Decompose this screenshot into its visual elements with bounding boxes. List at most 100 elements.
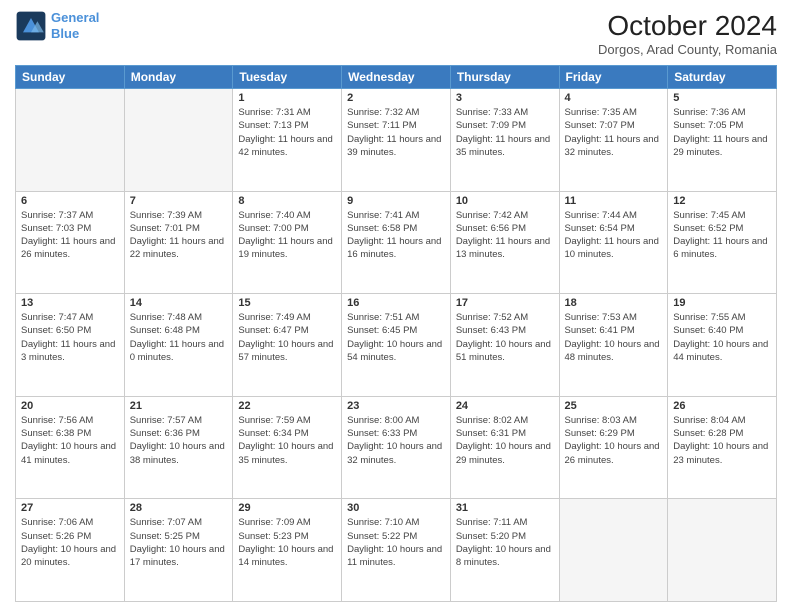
- day-info: Sunrise: 8:02 AM Sunset: 6:31 PM Dayligh…: [456, 414, 554, 467]
- calendar-cell: [668, 499, 777, 602]
- title-block: October 2024 Dorgos, Arad County, Romani…: [598, 10, 777, 57]
- logo-blue: Blue: [51, 26, 79, 41]
- location-subtitle: Dorgos, Arad County, Romania: [598, 42, 777, 57]
- day-number: 7: [130, 195, 228, 207]
- calendar-header-row: SundayMondayTuesdayWednesdayThursdayFrid…: [16, 66, 777, 89]
- calendar-cell: 22 Sunrise: 7:59 AM Sunset: 6:34 PM Dayli…: [233, 396, 342, 499]
- day-number: 16: [347, 297, 445, 309]
- logo-text: General Blue: [51, 10, 99, 41]
- day-info: Sunrise: 7:32 AM Sunset: 7:11 PM Dayligh…: [347, 106, 445, 159]
- day-info: Sunrise: 8:03 AM Sunset: 6:29 PM Dayligh…: [565, 414, 663, 467]
- calendar-cell: 16 Sunrise: 7:51 AM Sunset: 6:45 PM Dayli…: [342, 294, 451, 397]
- calendar-week-row: 6 Sunrise: 7:37 AM Sunset: 7:03 PM Daylig…: [16, 191, 777, 294]
- day-number: 10: [456, 195, 554, 207]
- calendar-cell: 17 Sunrise: 7:52 AM Sunset: 6:43 PM Dayli…: [450, 294, 559, 397]
- calendar-cell: [124, 89, 233, 192]
- calendar-week-row: 20Sunrise: 7:56 AM Sunset: 6:38 PM Dayli…: [16, 396, 777, 499]
- calendar-cell: 8 Sunrise: 7:40 AM Sunset: 7:00 PM Daylig…: [233, 191, 342, 294]
- calendar-cell: 31 Sunrise: 7:11 AM Sunset: 5:20 PM Dayli…: [450, 499, 559, 602]
- day-number: 22: [238, 400, 336, 412]
- calendar-week-row: 1 Sunrise: 7:31 AM Sunset: 7:13 PM Daylig…: [16, 89, 777, 192]
- day-info: Sunrise: 7:51 AM Sunset: 6:45 PM Dayligh…: [347, 311, 445, 364]
- day-info: Sunrise: 7:52 AM Sunset: 6:43 PM Dayligh…: [456, 311, 554, 364]
- day-info: Sunrise: 7:55 AM Sunset: 6:40 PM Dayligh…: [673, 311, 771, 364]
- day-number: 6: [21, 195, 119, 207]
- day-info: Sunrise: 7:49 AM Sunset: 6:47 PM Dayligh…: [238, 311, 336, 364]
- calendar-cell: 25 Sunrise: 8:03 AM Sunset: 6:29 PM Dayli…: [559, 396, 668, 499]
- day-of-week-header: Friday: [559, 66, 668, 89]
- calendar-cell: 7 Sunrise: 7:39 AM Sunset: 7:01 PM Daylig…: [124, 191, 233, 294]
- day-info: Sunrise: 7:35 AM Sunset: 7:07 PM Dayligh…: [565, 106, 663, 159]
- day-number: 17: [456, 297, 554, 309]
- day-info: Sunrise: 7:59 AM Sunset: 6:34 PM Dayligh…: [238, 414, 336, 467]
- day-info: Sunrise: 7:40 AM Sunset: 7:00 PM Dayligh…: [238, 209, 336, 262]
- day-of-week-header: Tuesday: [233, 66, 342, 89]
- day-number: 13: [21, 297, 119, 309]
- calendar-cell: 28Sunrise: 7:07 AM Sunset: 5:25 PM Dayli…: [124, 499, 233, 602]
- calendar-cell: 24 Sunrise: 8:02 AM Sunset: 6:31 PM Dayli…: [450, 396, 559, 499]
- day-info: Sunrise: 7:31 AM Sunset: 7:13 PM Dayligh…: [238, 106, 336, 159]
- calendar-cell: 19 Sunrise: 7:55 AM Sunset: 6:40 PM Dayli…: [668, 294, 777, 397]
- day-number: 5: [673, 92, 771, 104]
- calendar-cell: 12Sunrise: 7:45 AM Sunset: 6:52 PM Dayli…: [668, 191, 777, 294]
- day-number: 1: [238, 92, 336, 104]
- day-number: 4: [565, 92, 663, 104]
- day-info: Sunrise: 7:57 AM Sunset: 6:36 PM Dayligh…: [130, 414, 228, 467]
- calendar-cell: 18Sunrise: 7:53 AM Sunset: 6:41 PM Dayli…: [559, 294, 668, 397]
- calendar-cell: 4 Sunrise: 7:35 AM Sunset: 7:07 PM Daylig…: [559, 89, 668, 192]
- day-of-week-header: Sunday: [16, 66, 125, 89]
- calendar-cell: 30 Sunrise: 7:10 AM Sunset: 5:22 PM Dayli…: [342, 499, 451, 602]
- calendar: SundayMondayTuesdayWednesdayThursdayFrid…: [15, 65, 777, 602]
- day-number: 15: [238, 297, 336, 309]
- calendar-cell: 5 Sunrise: 7:36 AM Sunset: 7:05 PM Daylig…: [668, 89, 777, 192]
- day-number: 26: [673, 400, 771, 412]
- calendar-cell: 10Sunrise: 7:42 AM Sunset: 6:56 PM Dayli…: [450, 191, 559, 294]
- day-info: Sunrise: 8:00 AM Sunset: 6:33 PM Dayligh…: [347, 414, 445, 467]
- month-title: October 2024: [598, 10, 777, 42]
- calendar-cell: 23 Sunrise: 8:00 AM Sunset: 6:33 PM Dayli…: [342, 396, 451, 499]
- day-number: 31: [456, 502, 554, 514]
- calendar-cell: [16, 89, 125, 192]
- day-number: 19: [673, 297, 771, 309]
- calendar-cell: 2Sunrise: 7:32 AM Sunset: 7:11 PM Daylig…: [342, 89, 451, 192]
- day-info: Sunrise: 7:33 AM Sunset: 7:09 PM Dayligh…: [456, 106, 554, 159]
- day-number: 29: [238, 502, 336, 514]
- calendar-cell: 6 Sunrise: 7:37 AM Sunset: 7:03 PM Daylig…: [16, 191, 125, 294]
- calendar-cell: 3 Sunrise: 7:33 AM Sunset: 7:09 PM Daylig…: [450, 89, 559, 192]
- logo-general: General: [51, 10, 99, 25]
- calendar-cell: 15 Sunrise: 7:49 AM Sunset: 6:47 PM Dayli…: [233, 294, 342, 397]
- day-info: Sunrise: 7:11 AM Sunset: 5:20 PM Dayligh…: [456, 516, 554, 569]
- day-of-week-header: Monday: [124, 66, 233, 89]
- calendar-cell: 26 Sunrise: 8:04 AM Sunset: 6:28 PM Dayli…: [668, 396, 777, 499]
- calendar-cell: 20Sunrise: 7:56 AM Sunset: 6:38 PM Dayli…: [16, 396, 125, 499]
- day-info: Sunrise: 7:06 AM Sunset: 5:26 PM Dayligh…: [21, 516, 119, 569]
- day-info: Sunrise: 7:44 AM Sunset: 6:54 PM Dayligh…: [565, 209, 663, 262]
- day-number: 12: [673, 195, 771, 207]
- calendar-cell: 13Sunrise: 7:47 AM Sunset: 6:50 PM Dayli…: [16, 294, 125, 397]
- calendar-week-row: 27Sunrise: 7:06 AM Sunset: 5:26 PM Dayli…: [16, 499, 777, 602]
- calendar-cell: 27Sunrise: 7:06 AM Sunset: 5:26 PM Dayli…: [16, 499, 125, 602]
- day-info: Sunrise: 7:37 AM Sunset: 7:03 PM Dayligh…: [21, 209, 119, 262]
- day-info: Sunrise: 7:10 AM Sunset: 5:22 PM Dayligh…: [347, 516, 445, 569]
- calendar-cell: 14 Sunrise: 7:48 AM Sunset: 6:48 PM Dayli…: [124, 294, 233, 397]
- day-info: Sunrise: 7:39 AM Sunset: 7:01 PM Dayligh…: [130, 209, 228, 262]
- day-info: Sunrise: 7:36 AM Sunset: 7:05 PM Dayligh…: [673, 106, 771, 159]
- calendar-cell: 1 Sunrise: 7:31 AM Sunset: 7:13 PM Daylig…: [233, 89, 342, 192]
- calendar-cell: 29Sunrise: 7:09 AM Sunset: 5:23 PM Dayli…: [233, 499, 342, 602]
- calendar-week-row: 13Sunrise: 7:47 AM Sunset: 6:50 PM Dayli…: [16, 294, 777, 397]
- day-info: Sunrise: 8:04 AM Sunset: 6:28 PM Dayligh…: [673, 414, 771, 467]
- day-of-week-header: Thursday: [450, 66, 559, 89]
- header: General Blue October 2024 Dorgos, Arad C…: [15, 10, 777, 57]
- day-number: 30: [347, 502, 445, 514]
- day-of-week-header: Saturday: [668, 66, 777, 89]
- day-number: 8: [238, 195, 336, 207]
- day-number: 24: [456, 400, 554, 412]
- page: General Blue October 2024 Dorgos, Arad C…: [0, 0, 792, 612]
- day-number: 14: [130, 297, 228, 309]
- calendar-cell: 11Sunrise: 7:44 AM Sunset: 6:54 PM Dayli…: [559, 191, 668, 294]
- day-number: 3: [456, 92, 554, 104]
- day-info: Sunrise: 7:48 AM Sunset: 6:48 PM Dayligh…: [130, 311, 228, 364]
- day-number: 23: [347, 400, 445, 412]
- day-number: 25: [565, 400, 663, 412]
- day-info: Sunrise: 7:56 AM Sunset: 6:38 PM Dayligh…: [21, 414, 119, 467]
